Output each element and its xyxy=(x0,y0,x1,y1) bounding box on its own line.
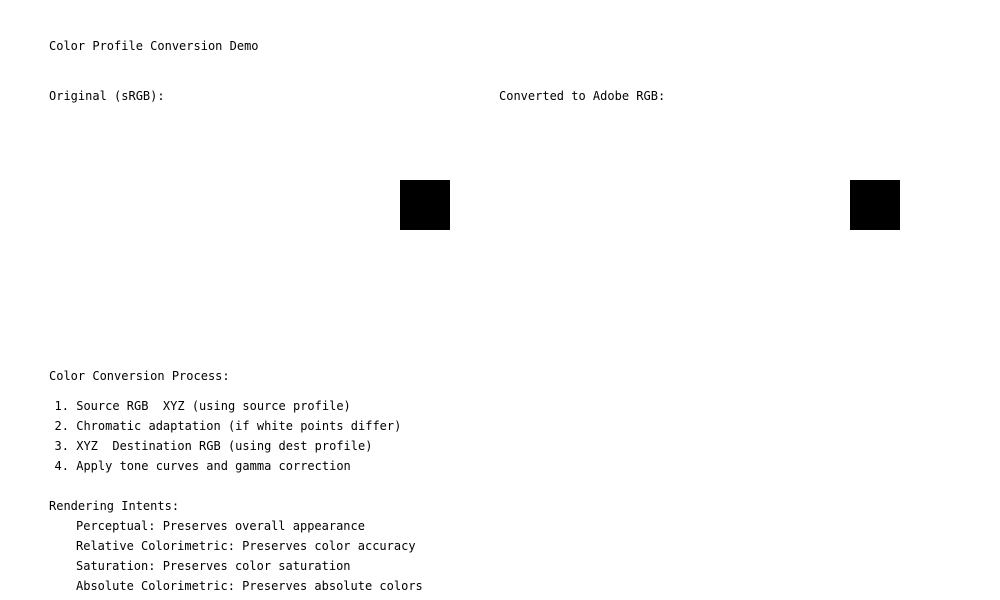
step-text: Apply tone curves and gamma correction xyxy=(76,459,351,473)
step-number: 3. xyxy=(54,439,69,453)
step-text: Source RGB XYZ (using source profile) xyxy=(76,399,351,413)
process-step: 1. Source RGB XYZ (using source profile) xyxy=(49,399,401,419)
converted-label: Converted to Adobe RGB: xyxy=(499,89,666,103)
step-text: Chromatic adaptation (if white points di… xyxy=(76,419,402,433)
process-step: 3. XYZ Destination RGB (using dest profi… xyxy=(49,439,401,459)
process-step: 4. Apply tone curves and gamma correctio… xyxy=(49,459,401,479)
process-step: 2. Chromatic adaptation (if white points… xyxy=(49,419,402,439)
intents-list: Perceptual: Preserves overall appearance… xyxy=(76,519,423,599)
step-number: 2. xyxy=(54,419,69,433)
page-title: Color Profile Conversion Demo xyxy=(49,39,259,53)
step-text: XYZ Destination RGB (using dest profile) xyxy=(76,439,373,453)
intent-item: Perceptual: Preserves overall appearance xyxy=(76,519,365,533)
step-number: 1. xyxy=(54,399,69,413)
original-color-swatch xyxy=(400,180,450,230)
step-number: 4. xyxy=(54,459,69,473)
converted-color-swatch xyxy=(850,180,900,230)
intents-heading: Rendering Intents: xyxy=(49,499,180,513)
original-label: Original (sRGB): xyxy=(49,89,165,103)
process-steps-list: 1. Source RGB XYZ (using source profile)… xyxy=(49,399,402,479)
intent-item: Relative Colorimetric: Preserves color a… xyxy=(76,539,416,553)
intent-item: Saturation: Preserves color saturation xyxy=(76,559,351,573)
process-heading: Color Conversion Process: xyxy=(49,369,230,383)
intent-item: Absolute Colorimetric: Preserves absolut… xyxy=(76,579,423,593)
